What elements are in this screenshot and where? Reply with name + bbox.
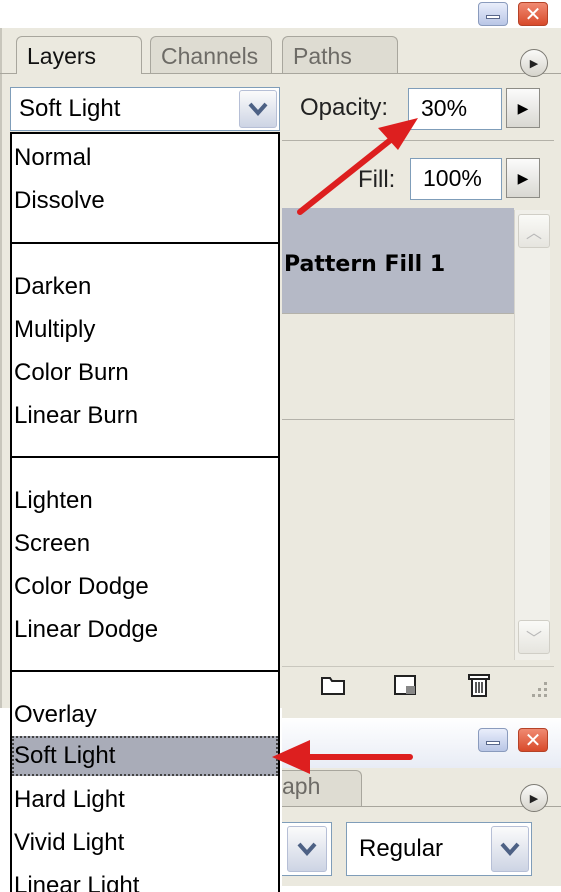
- blend-mode-option-screen[interactable]: Screen: [12, 524, 278, 564]
- tab-layers[interactable]: Layers: [16, 36, 142, 74]
- resize-grip-icon[interactable]: [526, 676, 550, 700]
- minimize-icon: [486, 15, 500, 19]
- tab-label: Layers: [27, 43, 97, 69]
- blend-mode-option-lighten[interactable]: Lighten: [12, 481, 278, 521]
- play-icon: ▶: [517, 99, 529, 116]
- dropdown-separator: [12, 670, 278, 672]
- font-family-select[interactable]: [282, 822, 332, 876]
- blend-mode-select[interactable]: Soft Light: [10, 87, 280, 131]
- blend-mode-option-darken[interactable]: Darken: [12, 267, 278, 307]
- blend-mode-option-soft-light[interactable]: Soft Light: [12, 736, 278, 776]
- new-group-icon[interactable]: [320, 672, 346, 698]
- play-icon: ▶: [517, 169, 529, 186]
- blend-mode-option-overlay[interactable]: Overlay: [12, 695, 278, 735]
- dropdown-separator: [12, 456, 278, 458]
- fill-input[interactable]: 100%: [410, 158, 502, 200]
- trash-icon[interactable]: [466, 672, 492, 698]
- play-icon: ▶: [529, 57, 539, 70]
- close-icon: ✕: [524, 728, 542, 752]
- font-style-value: Regular: [359, 835, 444, 862]
- blend-mode-option-color-burn[interactable]: Color Burn: [12, 353, 278, 393]
- dropdown-separator: [12, 242, 278, 244]
- top-window-strip: ✕: [0, 0, 561, 30]
- blend-mode-value: Soft Light: [19, 95, 121, 122]
- blend-mode-option-vivid-light[interactable]: Vivid Light: [12, 823, 278, 863]
- layer-name: Pattern Fill 1: [284, 252, 446, 277]
- fill-label: Fill:: [358, 166, 396, 193]
- opacity-label: Opacity:: [300, 94, 389, 121]
- layer-row[interactable]: Pattern Fill 1: [282, 208, 514, 314]
- tab-paths[interactable]: Paths: [282, 36, 398, 74]
- close-button[interactable]: ✕: [518, 2, 548, 26]
- chevron-down-icon: [248, 102, 268, 116]
- panel-divider: [282, 140, 554, 141]
- layers-scrollbar[interactable]: [514, 210, 550, 660]
- new-layer-icon[interactable]: [392, 672, 418, 698]
- close-button[interactable]: ✕: [518, 728, 548, 752]
- font-family-dropdown-button[interactable]: [287, 826, 327, 872]
- panel-menu-button[interactable]: ▶: [520, 784, 548, 812]
- blend-mode-option-linear-dodge[interactable]: Linear Dodge: [12, 610, 278, 650]
- opacity-input[interactable]: 30%: [408, 88, 502, 130]
- scroll-up-button[interactable]: ︿: [518, 214, 550, 248]
- blend-mode-option-linear-light[interactable]: Linear Light: [12, 866, 278, 892]
- chevron-up-icon: ︿: [525, 225, 542, 242]
- play-icon: ▶: [529, 792, 539, 805]
- blend-mode-dropdown-button[interactable]: [239, 90, 277, 128]
- blend-mode-option-multiply[interactable]: Multiply: [12, 310, 278, 350]
- chevron-down-icon: ﹀: [525, 631, 542, 648]
- tab-paragraph[interactable]: aph: [282, 770, 362, 806]
- blend-mode-option-color-dodge[interactable]: Color Dodge: [12, 567, 278, 607]
- layer-row[interactable]: [282, 314, 514, 420]
- minimize-icon: [486, 741, 500, 745]
- tab-channels[interactable]: Channels: [150, 36, 272, 74]
- blend-mode-option-dissolve[interactable]: Dissolve: [12, 181, 278, 221]
- chevron-down-icon: [297, 842, 317, 856]
- tab-label: Channels: [161, 43, 259, 69]
- scroll-down-button[interactable]: ﹀: [518, 620, 550, 654]
- minimize-button[interactable]: [478, 728, 508, 752]
- panel-menu-button[interactable]: ▶: [520, 49, 548, 77]
- tab-label: Paths: [293, 43, 352, 69]
- blend-mode-dropdown-list: Normal Dissolve Darken Multiply Color Bu…: [10, 132, 280, 892]
- layers-list: Pattern Fill 1: [282, 208, 514, 666]
- fill-slider-button[interactable]: ▶: [506, 158, 540, 198]
- chevron-down-icon: [500, 842, 520, 856]
- opacity-slider-button[interactable]: ▶: [506, 88, 540, 128]
- minimize-button[interactable]: [478, 2, 508, 26]
- tab-bar-divider: [282, 806, 561, 807]
- blend-mode-option-linear-burn[interactable]: Linear Burn: [12, 396, 278, 436]
- tab-label: aph: [282, 773, 321, 799]
- close-icon: ✕: [524, 2, 542, 26]
- blend-mode-option-normal[interactable]: Normal: [12, 138, 278, 178]
- blend-mode-option-hard-light[interactable]: Hard Light: [12, 780, 278, 820]
- font-style-dropdown-button[interactable]: [491, 826, 529, 872]
- font-style-select[interactable]: Regular: [346, 822, 532, 876]
